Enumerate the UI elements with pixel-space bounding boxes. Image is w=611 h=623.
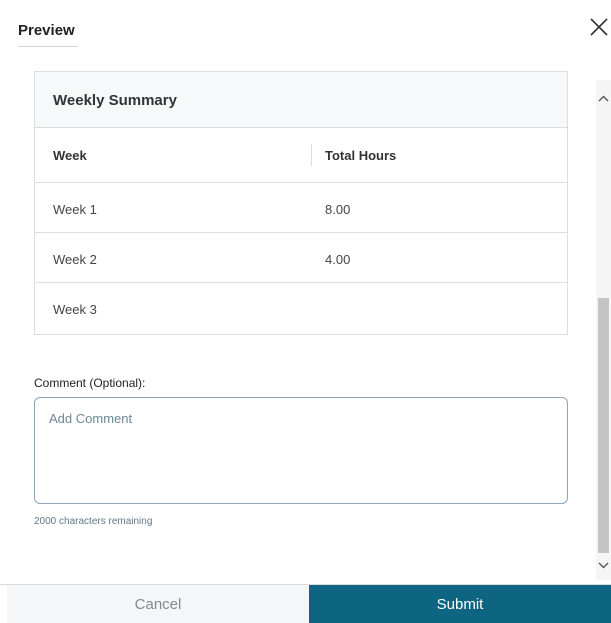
submit-button[interactable]: Submit — [309, 585, 611, 623]
modal-header: Preview — [0, 0, 611, 56]
chevron-up-icon[interactable] — [596, 92, 611, 106]
table-row: Week 2 4.00 — [35, 233, 567, 283]
tab-underline — [18, 46, 78, 47]
table-header-row: Week Total Hours — [35, 128, 567, 183]
week-cell: Week 1 — [53, 202, 97, 217]
comment-label: Comment (Optional): — [34, 376, 146, 390]
comment-input[interactable] — [34, 397, 568, 504]
weekly-summary-table: Weekly Summary Week Total Hours Week 1 8… — [34, 71, 568, 335]
tab-preview[interactable]: Preview — [18, 22, 75, 39]
scrollbar-thumb[interactable] — [598, 298, 609, 553]
close-button[interactable] — [588, 16, 610, 38]
close-icon — [590, 18, 608, 36]
chevron-down-icon[interactable] — [596, 558, 611, 572]
week-cell: Week 2 — [53, 252, 97, 267]
column-divider — [311, 144, 312, 166]
table-row: Week 1 8.00 — [35, 183, 567, 233]
vertical-scrollbar[interactable] — [596, 80, 611, 580]
week-cell: Week 3 — [53, 302, 97, 317]
cancel-button[interactable]: Cancel — [7, 585, 309, 623]
hours-cell: 4.00 — [325, 252, 351, 267]
modal-footer: Cancel Submit — [0, 584, 611, 623]
modal-content: Weekly Summary Week Total Hours Week 1 8… — [0, 56, 596, 580]
column-header-total-hours: Total Hours — [325, 148, 397, 163]
characters-remaining: 2000 characters remaining — [34, 516, 153, 527]
weekly-summary-title: Weekly Summary — [35, 72, 567, 128]
column-header-week: Week — [53, 148, 87, 163]
table-row: Week 3 — [35, 283, 567, 333]
hours-cell: 8.00 — [325, 202, 351, 217]
